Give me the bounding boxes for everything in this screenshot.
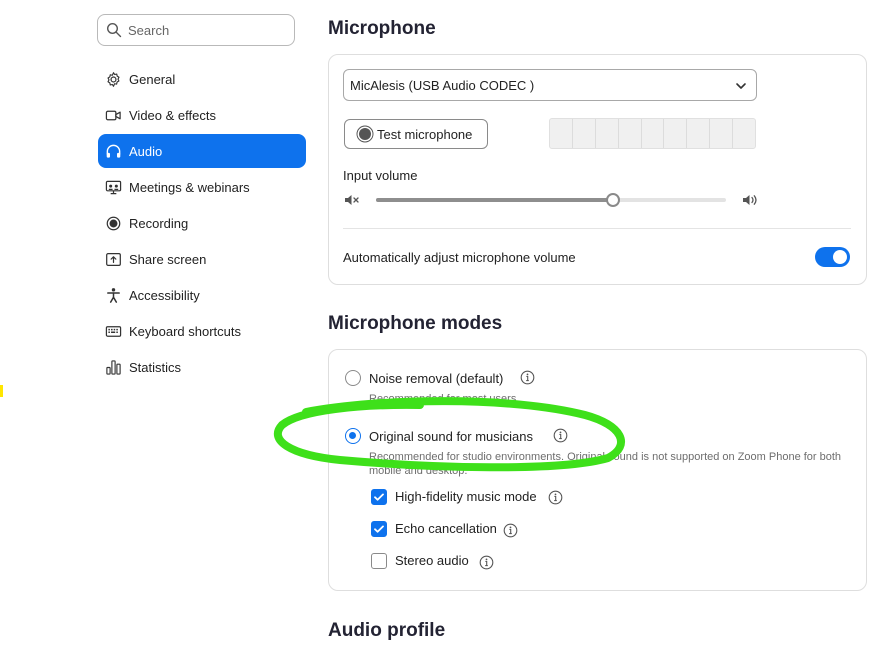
yellow-marker xyxy=(0,385,3,397)
checkmark-icon xyxy=(374,493,384,501)
search-input[interactable] xyxy=(128,22,278,38)
info-icon[interactable] xyxy=(479,555,494,570)
input-volume-slider-thumb[interactable] xyxy=(606,193,620,207)
sidebar-item-label: Share screen xyxy=(129,251,207,267)
test-microphone-label: Test microphone xyxy=(377,126,473,142)
checkmark-icon xyxy=(374,525,384,533)
sidebar-item-label: Audio xyxy=(129,143,163,159)
sidebar-item-meetings-webinars[interactable]: Meetings & webinars xyxy=(98,170,306,204)
sidebar-item-label: Meetings & webinars xyxy=(129,179,250,195)
sidebar-item-recording[interactable]: Recording xyxy=(98,206,306,240)
headphones-icon xyxy=(104,142,122,160)
sidebar-item-label: Keyboard shortcuts xyxy=(129,323,242,339)
auto-adjust-label: Automatically adjust microphone volume xyxy=(343,250,576,265)
sidebar-item-label: Recording xyxy=(129,215,189,231)
sidebar-item-label: General xyxy=(129,71,176,87)
microphone-modes-title: Microphone modes xyxy=(328,313,503,334)
sidebar-item-video-effects[interactable]: Video & effects xyxy=(98,98,306,132)
record-icon xyxy=(104,214,122,232)
accessibility-icon xyxy=(104,286,122,304)
original-sound-description: Recommended for studio environments. Ori… xyxy=(369,451,842,477)
chevron-down-icon xyxy=(736,83,746,89)
info-icon[interactable] xyxy=(520,370,535,385)
sidebar-item-audio[interactable]: Audio xyxy=(98,134,306,168)
noise-removal-description: Recommended for most users. xyxy=(369,393,520,405)
search-box[interactable] xyxy=(97,14,295,46)
noise-removal-radio[interactable] xyxy=(345,370,361,386)
microphone-select[interactable]: MicAlesis (USB Audio CODEC ) xyxy=(343,69,757,101)
echo-cancellation-checkbox[interactable] xyxy=(371,521,387,537)
gear-icon xyxy=(104,70,122,88)
stereo-audio-label: Stereo audio xyxy=(395,553,469,568)
share-screen-icon xyxy=(104,250,122,268)
input-volume-label: Input volume xyxy=(343,168,418,183)
sidebar-item-statistics[interactable]: Statistics xyxy=(98,350,306,384)
original-sound-radio[interactable] xyxy=(345,428,361,444)
search-icon xyxy=(106,22,122,38)
sidebar-item-label: Accessibility xyxy=(129,287,200,303)
info-icon[interactable] xyxy=(503,523,518,538)
high-fidelity-checkbox[interactable] xyxy=(371,489,387,505)
echo-cancellation-label: Echo cancellation xyxy=(395,521,497,536)
statistics-icon xyxy=(104,358,122,376)
info-icon[interactable] xyxy=(553,428,568,443)
sidebar-item-share-screen[interactable]: Share screen xyxy=(98,242,306,276)
keyboard-icon xyxy=(104,322,122,340)
microphone-section-title: Microphone xyxy=(328,18,436,39)
video-camera-icon xyxy=(104,106,122,124)
record-dot-icon xyxy=(359,128,371,140)
test-microphone-button[interactable]: Test microphone xyxy=(344,119,488,149)
auto-adjust-toggle[interactable] xyxy=(815,247,850,267)
sidebar-item-keyboard-shortcuts[interactable]: Keyboard shortcuts xyxy=(98,314,306,348)
microphone-select-value: MicAlesis (USB Audio CODEC ) xyxy=(350,77,535,93)
input-level-meter xyxy=(549,118,756,149)
high-fidelity-label: High-fidelity music mode xyxy=(395,489,537,504)
input-volume-fill xyxy=(376,198,613,202)
volume-mute-icon xyxy=(345,195,359,205)
audio-profile-title: Audio profile xyxy=(328,620,446,641)
microphone-divider xyxy=(343,228,851,229)
settings-sidebar: General Video & effects Audio Meetings &… xyxy=(98,62,306,386)
info-icon[interactable] xyxy=(548,490,563,505)
sidebar-item-label: Video & effects xyxy=(129,107,216,123)
toggle-knob xyxy=(833,250,847,264)
original-sound-label: Original sound for musicians xyxy=(369,429,534,444)
sidebar-item-accessibility[interactable]: Accessibility xyxy=(98,278,306,312)
noise-removal-label: Noise removal (default) xyxy=(369,371,504,386)
volume-up-icon xyxy=(743,195,757,205)
meetings-icon xyxy=(104,178,122,196)
sidebar-item-label: Statistics xyxy=(129,359,182,375)
sidebar-item-general[interactable]: General xyxy=(98,62,306,96)
stereo-audio-checkbox[interactable] xyxy=(371,553,387,569)
